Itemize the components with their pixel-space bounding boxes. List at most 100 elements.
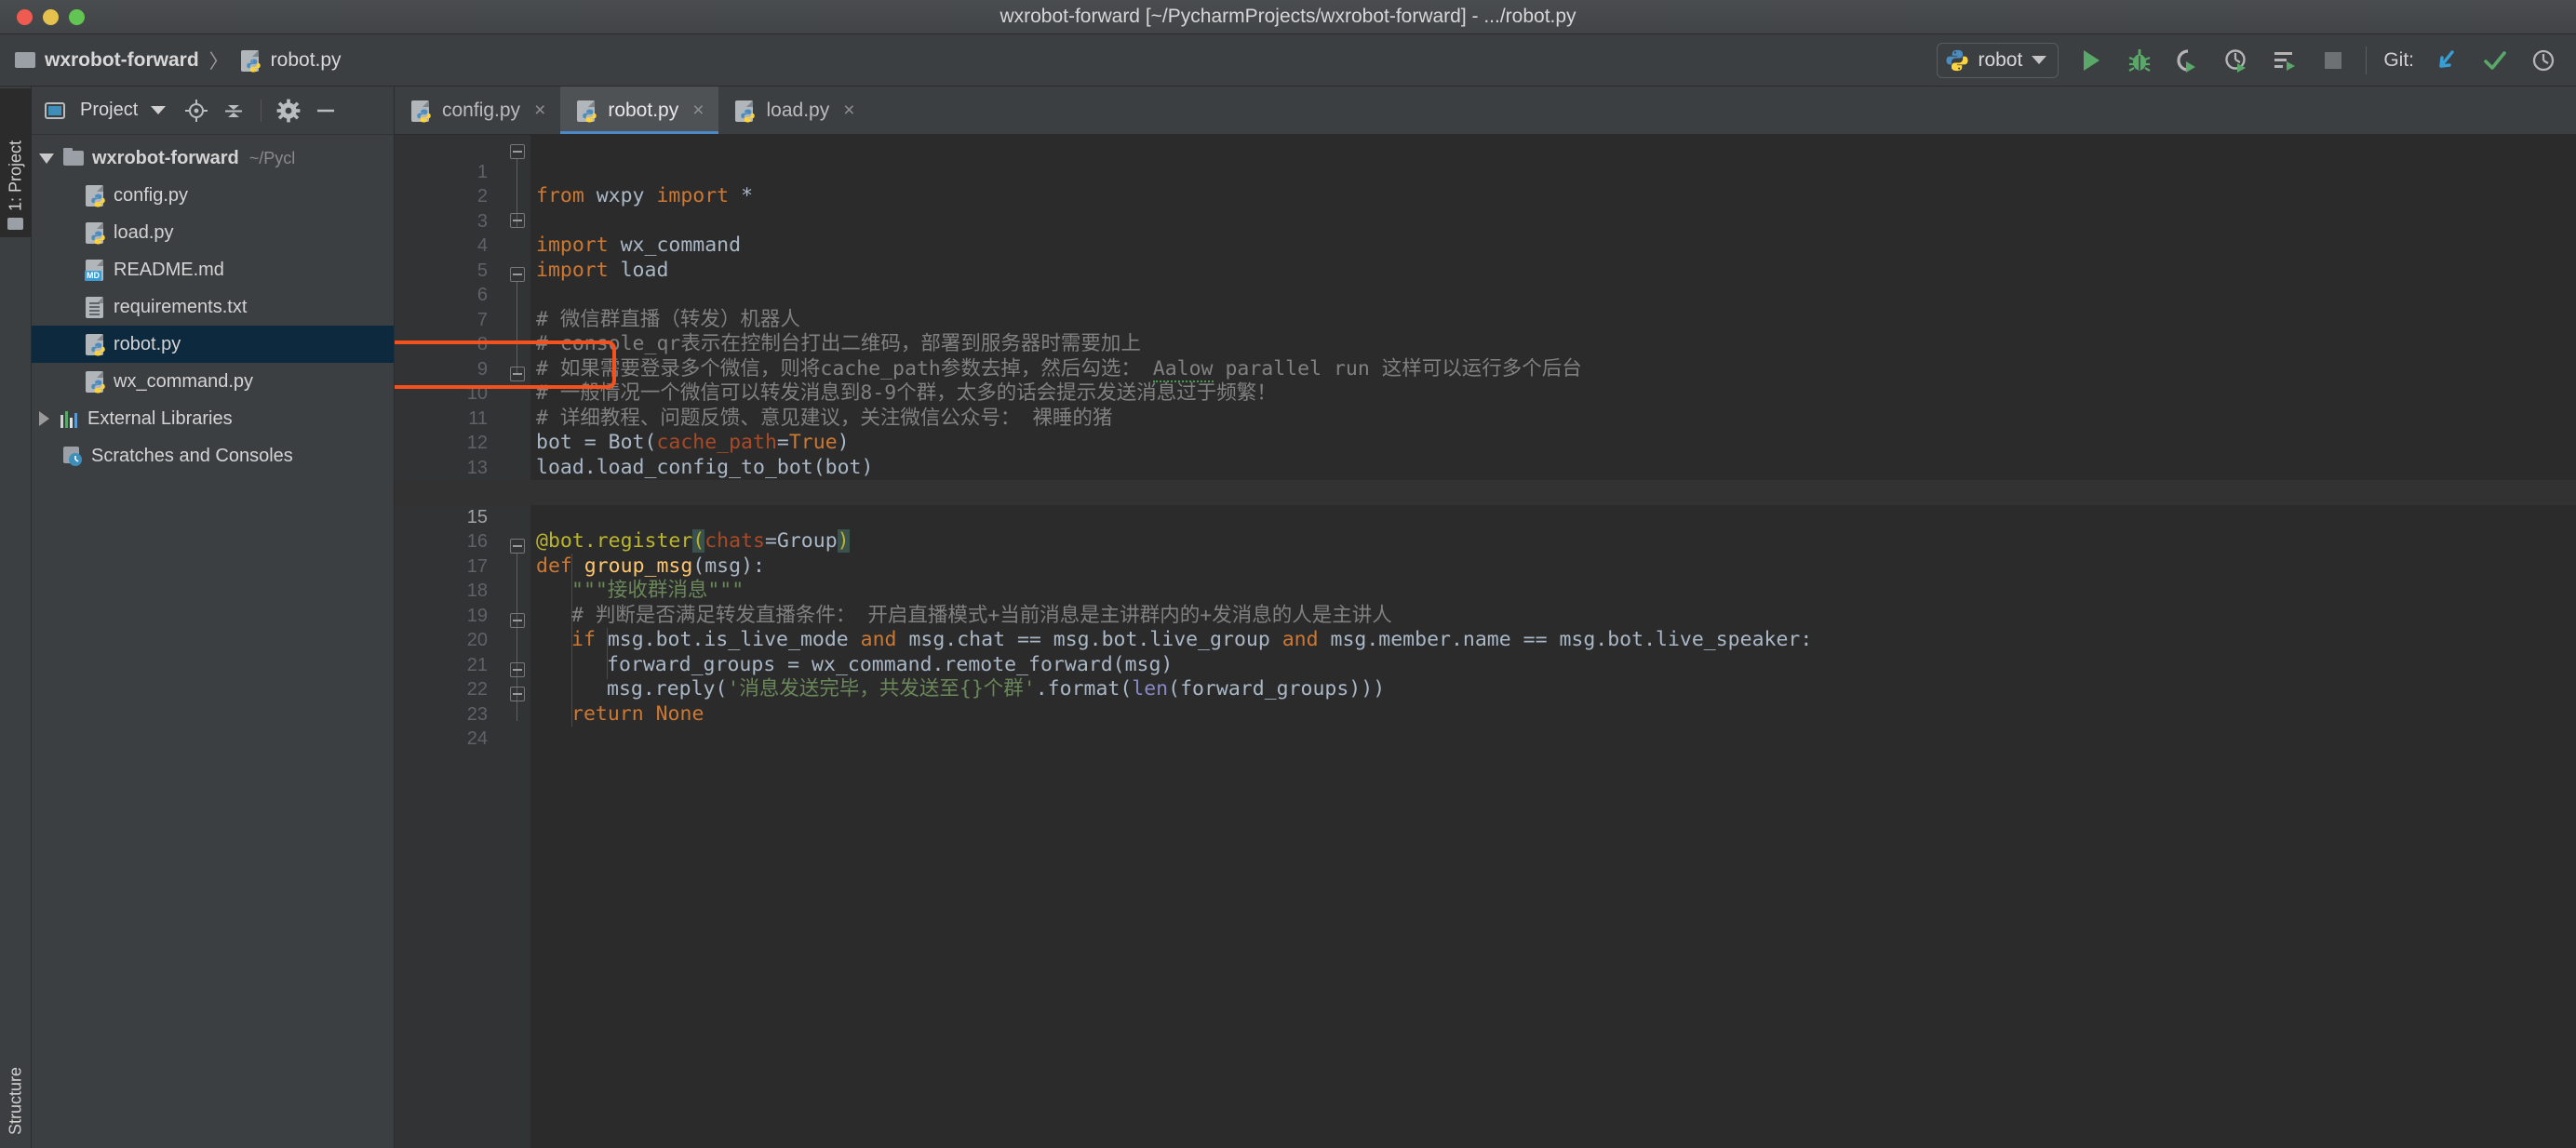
project-panel-title: Project — [80, 100, 139, 120]
tree-item-path: ~/Pycl — [248, 148, 296, 167]
editor-tab-label: robot.py — [608, 99, 679, 121]
tree-item-readme-md[interactable]: MD README.md — [32, 251, 394, 288]
python-logo-icon — [246, 59, 261, 72]
code-line-18: 18 # 判断是否满足转发直播条件： 开启直播模式+当前消息是主讲群内的+发消息… — [395, 554, 2576, 627]
text-file-icon — [84, 295, 106, 319]
python-file-icon — [239, 48, 262, 73]
tree-item-label: requirements.txt — [114, 296, 248, 317]
tool-window-tab-structure-label: Structure — [6, 1066, 25, 1135]
tree-item-label: robot.py — [114, 333, 181, 354]
breadcrumb-project-label: wxrobot-forward — [45, 48, 199, 71]
tree-item-load-py[interactable]: load.py — [32, 214, 394, 251]
maximize-window-button[interactable] — [69, 9, 85, 25]
python-file-icon — [84, 332, 106, 356]
tree-item-external-libraries[interactable]: External Libraries — [32, 400, 394, 437]
tree-item-scratches-and-consoles[interactable]: Scratches and Consoles — [32, 437, 394, 474]
chevron-down-icon[interactable] — [2032, 56, 2047, 64]
libraries-icon — [58, 407, 80, 431]
code-line-1: 1 from wxpy import * — [395, 135, 2576, 208]
window-controls[interactable] — [17, 9, 85, 25]
breadcrumb-file-label: robot.py — [270, 48, 342, 71]
markdown-file-icon: MD — [84, 258, 106, 282]
breadcrumb: wxrobot-forward 〉 robot.py — [0, 47, 342, 74]
tree-item-label: wx_command.py — [114, 370, 254, 392]
minimize-icon[interactable] — [314, 99, 338, 123]
code-line-13: 13 — [395, 431, 2576, 478]
editor-tab-robot-py[interactable]: robot.py × — [560, 87, 719, 134]
code-line-12: 12 load.load_config_to_bot(bot) — [395, 407, 2576, 479]
stop-icon[interactable] — [2317, 45, 2349, 76]
run-icon[interactable] — [2075, 45, 2107, 76]
md-badge: MD — [85, 271, 101, 281]
tree-item-label: README.md — [114, 259, 224, 280]
tree-item-wxrobot-forward[interactable]: wxrobot-forward ~/Pycl — [32, 140, 394, 177]
debug-icon[interactable] — [2124, 45, 2155, 76]
scratches-icon — [61, 444, 84, 468]
tree-item-config-py[interactable]: config.py — [32, 177, 394, 214]
header-divider — [261, 99, 262, 122]
python-logo-icon — [1946, 49, 1969, 72]
code-line-14: 14 — [395, 456, 2576, 502]
code-line-15: 15 @bot.register(chats=Group) — [395, 480, 2576, 553]
close-icon[interactable]: × — [692, 100, 704, 122]
folder-icon — [15, 52, 35, 68]
folder-icon — [62, 146, 85, 170]
code-editor[interactable]: 1 from wxpy import * 2 3 import wx_comma… — [395, 135, 2576, 1148]
tree-item-robot-py[interactable]: robot.py — [32, 326, 394, 363]
breadcrumb-project[interactable]: wxrobot-forward — [15, 49, 199, 72]
tree-item-wx-command-py[interactable]: wx_command.py — [32, 363, 394, 400]
update-project-icon[interactable] — [2431, 45, 2462, 76]
code-line-11: 11 bot = Bot(cache_path=True) — [395, 381, 2576, 455]
settings-gear-icon[interactable] — [276, 99, 301, 123]
window-titlebar: wxrobot-forward [~/PycharmProjects/wxrob… — [0, 0, 2576, 34]
commit-icon[interactable] — [2479, 45, 2511, 76]
code-line-2: 2 — [395, 160, 2576, 207]
chevron-down-icon[interactable] — [39, 153, 54, 164]
line-number: 24 — [466, 728, 488, 749]
code-line-21: 21 msg.reply('消息发送完毕，共发送至{}个群'.format(le… — [395, 628, 2576, 701]
window-title: wxrobot-forward [~/PycharmProjects/wxrob… — [1000, 6, 1576, 27]
code-content: 1 from wxpy import * 2 3 import wx_comma… — [395, 135, 2576, 749]
run-with-args-icon[interactable] — [2269, 45, 2301, 76]
tool-window-tab-structure[interactable]: Structure — [0, 1026, 32, 1142]
chevron-right-icon[interactable] — [39, 411, 49, 426]
project-tool-window: Project wxrobot-forward ~/Pycl config.py… — [32, 87, 395, 1148]
run-configuration-selector[interactable]: robot — [1937, 42, 2059, 78]
toolbar-divider — [2366, 46, 2368, 74]
git-label: Git: — [2383, 48, 2414, 71]
code-line-8: 8 # 如果需要登录多个微信，则将cache_path参数去掉，然后勾选： Aa… — [395, 308, 2576, 382]
python-file-icon — [409, 99, 432, 123]
code-line-10: 10 # 详细教程、问题反馈、意见建议，关注微信公众号： 裸睡的猪 — [395, 357, 2576, 430]
minimize-window-button[interactable] — [43, 9, 59, 25]
code-line-24: 24 — [395, 702, 2576, 749]
code-line-6: 6 # 微信群直播（转发）机器人 — [395, 259, 2576, 331]
code-line-22: 22 return None — [395, 653, 2576, 726]
code-line-9: 9 # 一般情况一个微信可以转发消息到8-9个群，太多的话会提示发送消息过于频繁… — [395, 332, 2576, 406]
profile-icon[interactable] — [2220, 45, 2252, 76]
code-line-23: 23 — [395, 677, 2576, 725]
close-icon[interactable]: × — [843, 100, 854, 122]
tree-item-label: wxrobot-forward — [92, 147, 239, 168]
editor-tab-config-py[interactable]: config.py × — [395, 87, 560, 134]
locate-icon[interactable] — [184, 99, 208, 123]
breadcrumb-file[interactable]: robot.py — [239, 48, 342, 73]
editor-tab-load-py[interactable]: load.py × — [718, 87, 869, 134]
code-line-3: 3 import wx_command — [395, 184, 2576, 258]
chevron-down-icon[interactable] — [151, 106, 167, 114]
editor-tabs: config.py × robot.py × load.py × — [395, 87, 2576, 135]
history-icon[interactable] — [2528, 45, 2559, 76]
coverage-icon[interactable] — [2172, 45, 2204, 76]
project-view-icon — [43, 99, 67, 123]
code-line-17: 17 """接收群消息""" — [395, 529, 2576, 603]
close-window-button[interactable] — [17, 9, 33, 25]
tool-window-tab-project[interactable]: 1: Project — [0, 88, 32, 237]
run-configuration-label: robot — [1978, 48, 2023, 71]
tree-item-requirements-txt[interactable]: requirements.txt — [32, 288, 394, 326]
python-file-icon — [84, 369, 106, 394]
collapse-all-icon[interactable] — [221, 99, 246, 123]
code-line-4: 4 import load — [395, 209, 2576, 282]
folder-icon — [7, 218, 24, 230]
close-icon[interactable]: × — [534, 100, 545, 122]
code-line-19: 19 if msg.bot.is_live_mode and msg.chat … — [395, 579, 2576, 652]
project-tree: wxrobot-forward ~/Pycl config.py load.py… — [32, 135, 394, 474]
